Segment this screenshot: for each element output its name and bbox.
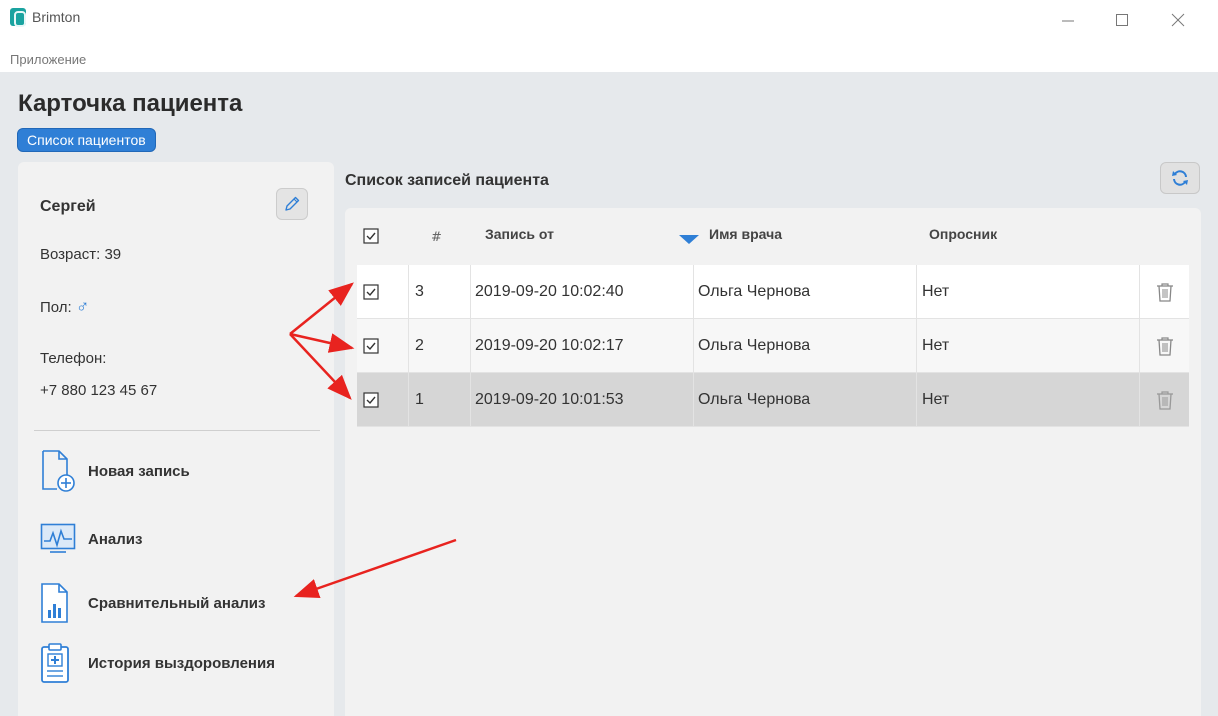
row-num: 1	[409, 373, 471, 427]
select-all-checkbox[interactable]	[363, 228, 379, 247]
male-icon: ♂	[75, 296, 90, 316]
analysis-action[interactable]: Анализ	[40, 516, 142, 562]
app-logo-icon	[10, 8, 26, 27]
refresh-button[interactable]	[1160, 162, 1200, 194]
pencil-icon	[285, 196, 300, 211]
maximize-button[interactable]	[1102, 6, 1142, 34]
app-title: Brimton	[32, 9, 81, 25]
checkbox-checked-icon	[363, 228, 379, 244]
records-title: Список записей пациента	[345, 172, 549, 189]
document-partial-icon	[40, 702, 88, 716]
new-record-label: Новая запись	[88, 462, 190, 480]
age-label: Возраст:	[40, 246, 101, 263]
row-survey: Нет	[917, 265, 1140, 319]
row-date: 2019-09-20 10:02:40	[471, 265, 694, 319]
comparative-analysis-label: Сравнительный анализ	[88, 594, 266, 612]
phone-label: Телефон:	[40, 350, 107, 367]
checkbox-checked-icon	[363, 284, 379, 300]
analysis-label: Анализ	[88, 530, 143, 548]
delete-row-button[interactable]	[1140, 373, 1189, 427]
table-row[interactable]: 3 2019-09-20 10:02:40 Ольга Чернова Нет	[357, 265, 1189, 319]
minimize-button[interactable]	[1048, 6, 1088, 34]
monitor-chart-icon	[40, 516, 88, 562]
age-value: 39	[104, 246, 122, 263]
maximize-icon	[1116, 14, 1128, 26]
comparative-analysis-action[interactable]: Сравнительный анализ	[40, 580, 266, 626]
column-header-num[interactable]: #	[431, 230, 442, 245]
sort-desc-icon[interactable]	[679, 232, 699, 248]
recovery-history-label: История выздоровления	[88, 654, 275, 672]
close-icon	[1171, 13, 1185, 27]
document-bar-chart-icon	[40, 580, 88, 626]
row-checkbox[interactable]	[357, 265, 409, 319]
patients-list-button[interactable]: Список пациентов	[17, 128, 156, 152]
row-doctor: Ольга Чернова	[694, 319, 917, 373]
checkbox-checked-icon	[363, 338, 379, 354]
minimize-icon	[1062, 20, 1074, 22]
menu-application[interactable]: Приложение	[10, 52, 86, 67]
column-header-date[interactable]: Запись от	[485, 226, 554, 242]
new-document-icon	[40, 448, 88, 494]
delete-row-button[interactable]	[1140, 265, 1189, 319]
table-row-selected[interactable]: 1 2019-09-20 10:01:53 Ольга Чернова Нет	[357, 373, 1189, 427]
trash-icon	[1156, 283, 1173, 302]
clipboard-medical-icon	[40, 640, 88, 686]
recovery-history-action[interactable]: История выздоровления	[40, 640, 275, 686]
row-doctor: Ольга Чернова	[694, 373, 917, 427]
checkbox-checked-icon	[363, 392, 379, 408]
age-row: Возраст: 39	[40, 246, 121, 263]
row-survey: Нет	[917, 319, 1140, 373]
main-content: Карточка пациента Список пациентов Серге…	[0, 72, 1218, 716]
delete-row-button[interactable]	[1140, 319, 1189, 373]
row-doctor: Ольга Чернова	[694, 265, 917, 319]
sex-label: Пол:	[40, 299, 72, 316]
table-row[interactable]: 2 2019-09-20 10:02:17 Ольга Чернова Нет	[357, 319, 1189, 373]
new-record-action[interactable]: Новая запись	[40, 448, 190, 494]
phone-value: +7 880 123 45 67	[40, 382, 158, 399]
column-header-survey[interactable]: Опросник	[929, 226, 997, 242]
trash-icon	[1156, 391, 1173, 410]
row-num: 2	[409, 319, 471, 373]
title-bar: Brimton Приложение	[0, 0, 1218, 67]
row-date: 2019-09-20 10:02:17	[471, 319, 694, 373]
row-checkbox[interactable]	[357, 319, 409, 373]
row-num: 3	[409, 265, 471, 319]
patient-name: Сергей	[40, 198, 96, 215]
row-checkbox[interactable]	[357, 373, 409, 427]
sex-row: Пол: ♂	[40, 296, 89, 317]
patient-card: Сергей Возраст: 39 Пол: ♂ Телефон: +7 88…	[18, 162, 334, 716]
page-title: Карточка пациента	[18, 90, 243, 117]
more-action[interactable]	[40, 702, 88, 716]
trash-icon	[1156, 337, 1173, 356]
edit-patient-button[interactable]	[276, 188, 308, 220]
column-header-doctor[interactable]: Имя врача	[709, 226, 782, 242]
row-survey: Нет	[917, 373, 1140, 427]
refresh-icon	[1172, 170, 1188, 186]
records-panel: # Запись от Имя врача Опросник 3 2019-09…	[345, 208, 1201, 716]
close-button[interactable]	[1158, 6, 1198, 34]
grid-header: # Запись от Имя врача Опросник	[357, 208, 1189, 264]
divider	[34, 430, 320, 431]
row-date: 2019-09-20 10:01:53	[471, 373, 694, 427]
